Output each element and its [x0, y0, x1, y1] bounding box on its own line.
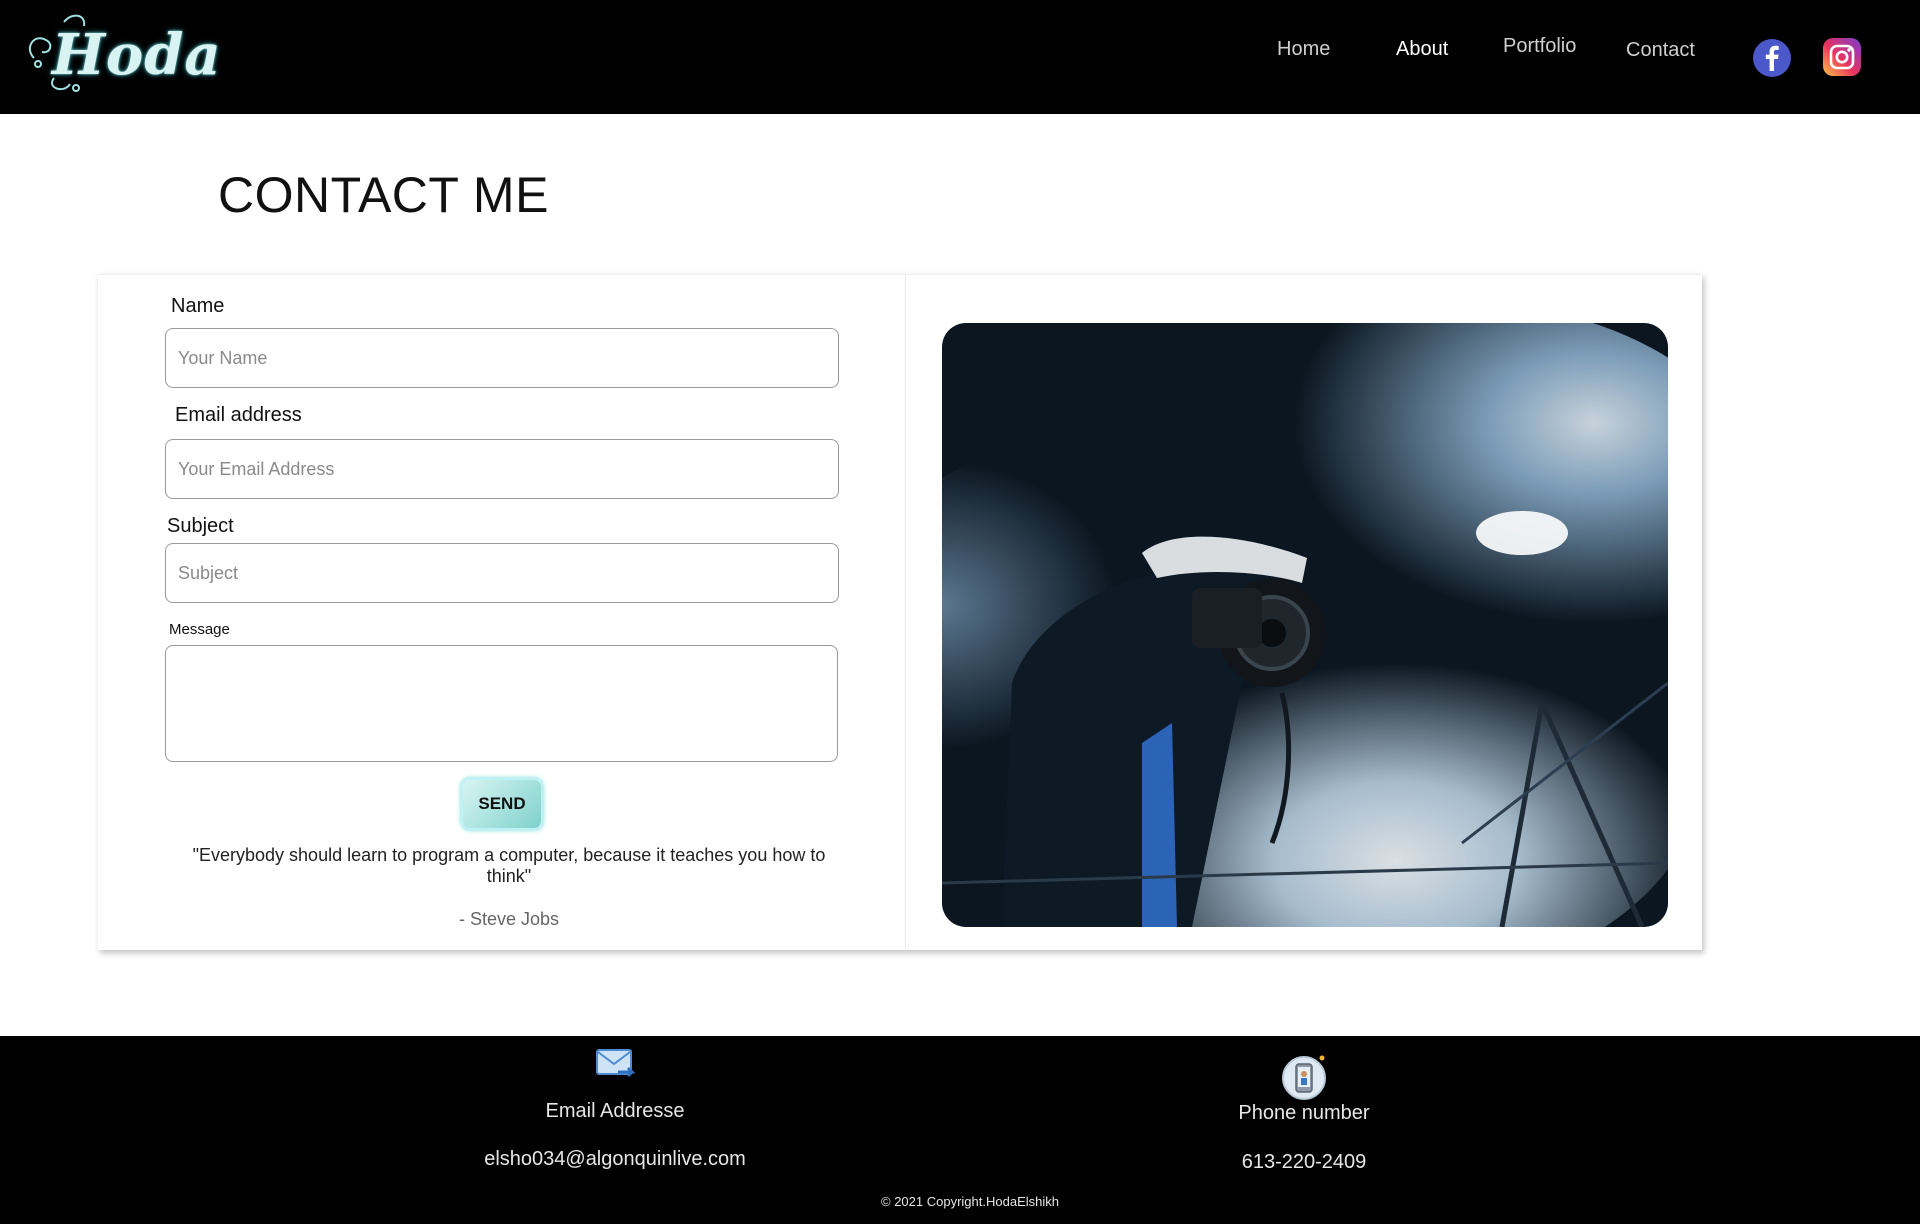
quote-author: - Steve Jobs	[458, 909, 560, 929]
facebook-icon[interactable]	[1752, 38, 1792, 78]
site-logo[interactable]: Hoda	[24, 8, 221, 96]
subject-label: Subject	[167, 515, 234, 537]
nav-contact[interactable]: Contact	[1626, 39, 1695, 62]
quote-text: "Everybody should learn to program a com…	[192, 845, 826, 886]
nav-about[interactable]: About	[1396, 38, 1448, 61]
site-footer: Email Addresse elsho034@algonquinlive.co…	[0, 1036, 1920, 1224]
footer-email-label: Email Addresse	[545, 1100, 685, 1122]
contact-card: Name Email address Subject Message SEND …	[98, 274, 1702, 951]
name-input[interactable]	[165, 328, 839, 388]
email-input[interactable]	[165, 439, 839, 499]
name-label: Name	[171, 295, 225, 317]
footer-copyright: © 2021 Copyright.HodaElshikh	[881, 1194, 1059, 1209]
footer-phone-label: Phone number	[1238, 1102, 1370, 1124]
send-button[interactable]: SEND	[460, 777, 544, 831]
page-title: CONTACT ME	[218, 167, 549, 223]
card-divider	[905, 275, 906, 951]
contact-photo	[942, 323, 1668, 927]
photographer-illustration	[942, 323, 1668, 927]
nav-home[interactable]: Home	[1277, 38, 1330, 61]
phone-icon	[1280, 1052, 1328, 1100]
subject-input[interactable]	[165, 543, 839, 603]
footer-email-value[interactable]: elsho034@algonquinlive.com	[415, 1148, 815, 1171]
nav-portfolio[interactable]: Portfolio	[1503, 35, 1576, 58]
email-label: Email address	[175, 404, 302, 426]
instagram-icon[interactable]	[1823, 38, 1861, 76]
message-label: Message	[169, 621, 230, 638]
message-textarea[interactable]	[165, 645, 838, 762]
footer-phone-value[interactable]: 613-220-2409	[1154, 1151, 1454, 1174]
logo-text: Hoda	[52, 22, 222, 88]
site-header: Hoda Home About Portfolio Contact	[0, 0, 1920, 114]
email-icon	[596, 1048, 636, 1082]
